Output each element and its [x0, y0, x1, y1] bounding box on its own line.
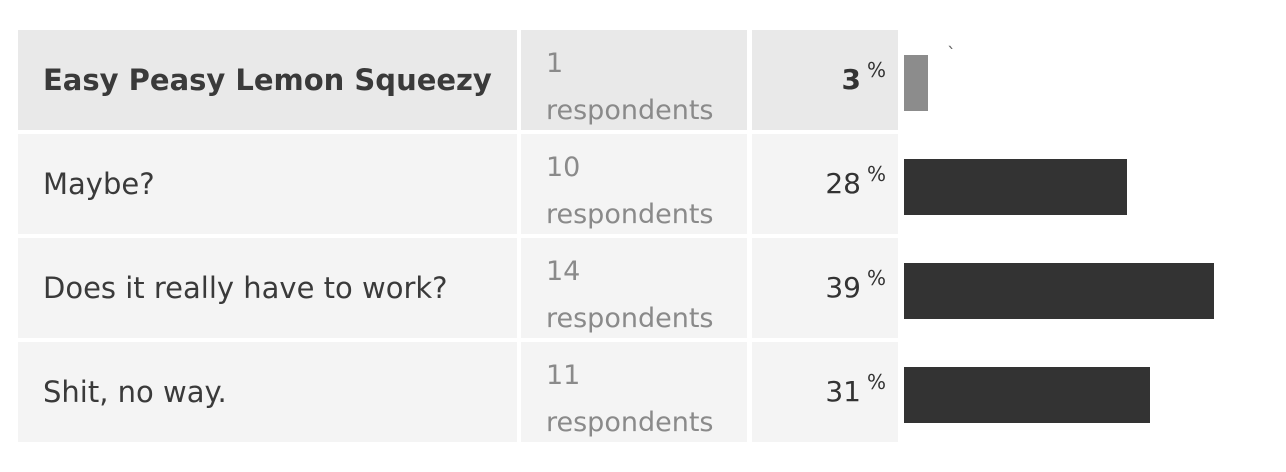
answer-label: Maybe?	[18, 134, 517, 234]
answer-label: Shit, no way.	[18, 342, 517, 442]
percent-sign: %	[866, 266, 886, 290]
result-bar	[904, 55, 928, 111]
result-bar	[904, 367, 1150, 423]
respondent-number: 10	[546, 152, 581, 183]
respondent-count: 1 respondents	[521, 30, 747, 130]
respondent-unit: respondents	[546, 407, 714, 438]
percent-value: 3	[841, 63, 861, 96]
percent-cell: 31 %	[752, 342, 898, 442]
bar-track	[904, 134, 1278, 234]
percent-cell: 39 %	[752, 238, 898, 338]
respondent-number: 1	[546, 48, 564, 79]
percent-value: 39	[825, 271, 861, 304]
poll-row: Shit, no way. 11 respondents 31 %	[18, 342, 1278, 442]
answer-label: Easy Peasy Lemon Squeezy	[18, 30, 517, 130]
poll-row: Does it really have to work? 14 responde…	[18, 238, 1278, 338]
respondent-count: 10 respondents	[521, 134, 747, 234]
respondent-unit: respondents	[546, 95, 714, 126]
respondent-count: 11 respondents	[521, 342, 747, 442]
respondent-number: 14	[546, 256, 581, 287]
percent-sign: %	[866, 58, 886, 82]
percent-value: 31	[825, 375, 861, 408]
respondent-count: 14 respondents	[521, 238, 747, 338]
percent-sign: %	[866, 162, 886, 186]
bar-track	[904, 238, 1278, 338]
respondent-unit: respondents	[546, 303, 714, 334]
result-bar	[904, 263, 1214, 319]
bar-track	[904, 342, 1278, 442]
percent-cell: 3 %	[752, 30, 898, 130]
percent-cell: 28 %	[752, 134, 898, 234]
poll-row: Easy Peasy Lemon Squeezy 1 respondents 3…	[18, 30, 1278, 130]
result-bar	[904, 159, 1127, 215]
poll-row: Maybe? 10 respondents 28 %	[18, 134, 1278, 234]
percent-sign: %	[866, 370, 886, 394]
bar-mark: `	[947, 44, 956, 65]
respondent-number: 11	[546, 360, 581, 391]
respondent-unit: respondents	[546, 199, 714, 230]
answer-label: Does it really have to work?	[18, 238, 517, 338]
percent-value: 28	[825, 167, 861, 200]
bar-track: `	[904, 30, 1278, 130]
